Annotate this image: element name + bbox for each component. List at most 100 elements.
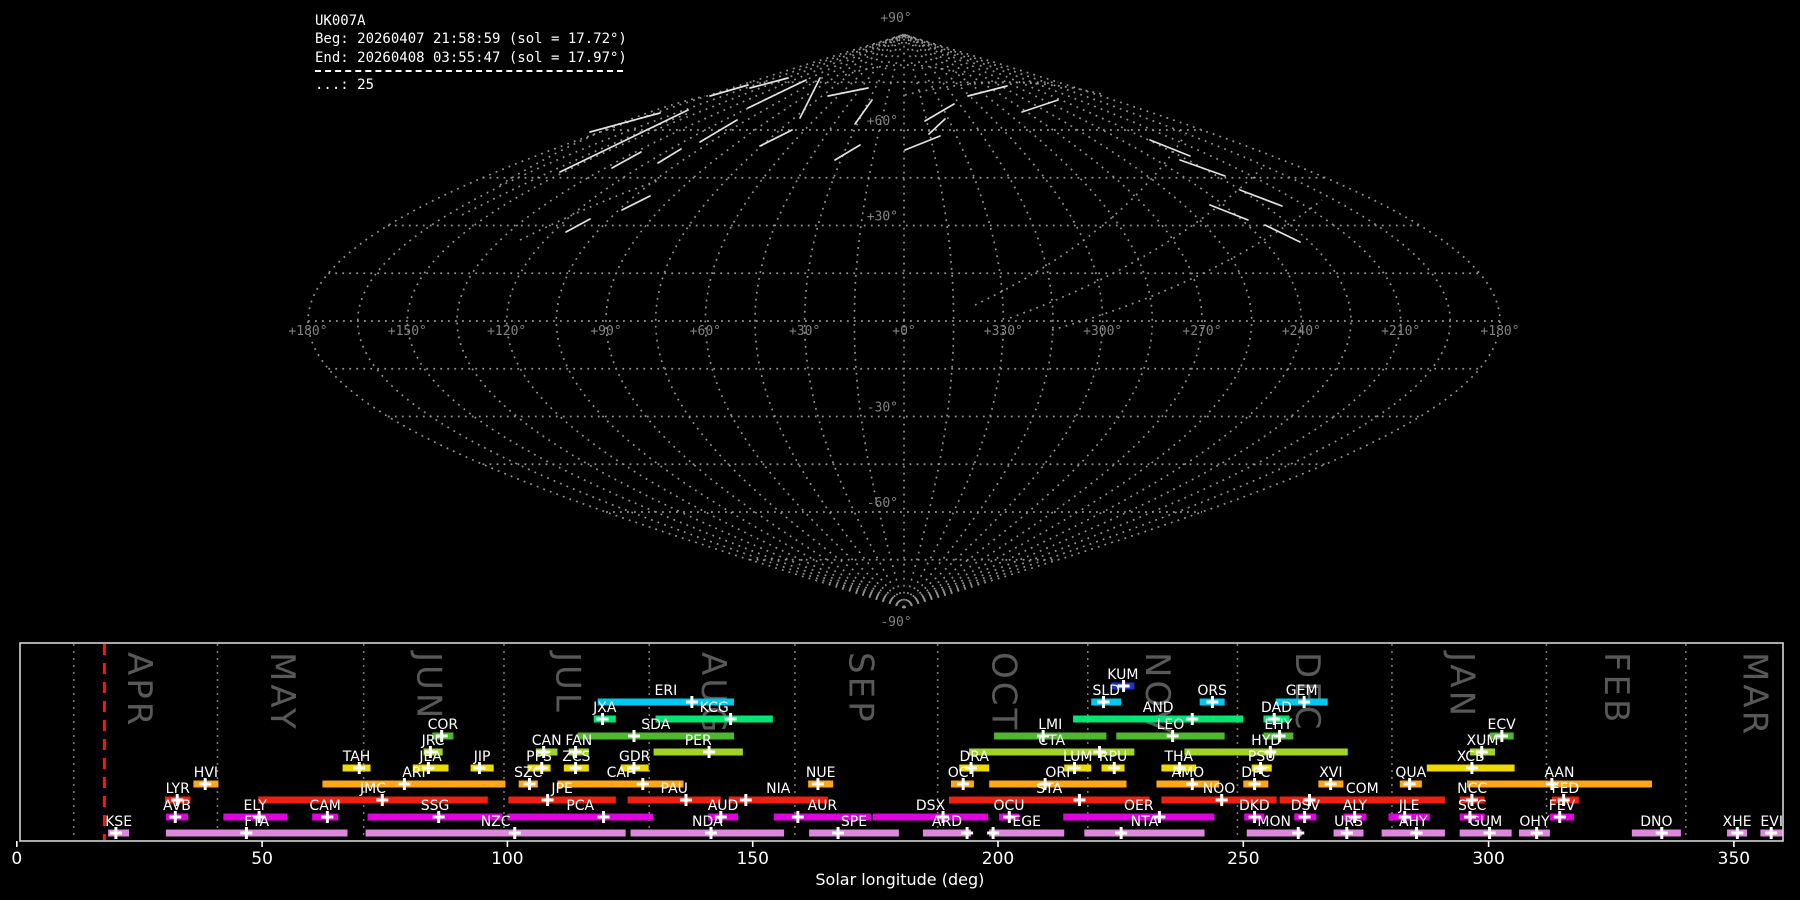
meteor-trail xyxy=(657,148,682,164)
month-label-may: MAY xyxy=(262,652,302,732)
shower-bar-FTA xyxy=(165,829,348,837)
map-meridian xyxy=(903,33,1104,609)
meteor-trail xyxy=(1149,139,1191,157)
shower-label-URS: URS xyxy=(1334,814,1363,830)
echo-count: ...: 25 xyxy=(315,77,375,94)
month-label-jul: JUL xyxy=(548,650,588,715)
map-overlay-arc xyxy=(1051,199,1323,331)
shower-bar-NTA xyxy=(1084,829,1205,837)
map-longitude-label: +300° xyxy=(1083,324,1122,339)
shower-label-JPE: JPE xyxy=(550,781,572,797)
shower-label-CTA: CTA xyxy=(1038,733,1065,749)
shower-label-FEV: FEV xyxy=(1549,798,1576,814)
meteor-trail xyxy=(928,118,946,135)
shower-bar-SPE xyxy=(809,829,899,837)
meteor-trail xyxy=(749,77,789,89)
shower-label-NOO: NOO xyxy=(1203,781,1236,797)
shower-label-OCT: OCT xyxy=(948,765,978,781)
shower-label-SZC: SZC xyxy=(514,765,542,781)
shower-bar-DSX xyxy=(872,813,989,821)
station-id: UK007A xyxy=(315,13,366,29)
map-longitude-label: +210° xyxy=(1381,324,1420,339)
map-latitude-label: -60° xyxy=(867,496,898,511)
shower-bar-ARI xyxy=(322,780,506,788)
begin-time: Beg: 20260407 21:58:59 (sol = 17.72°) xyxy=(315,31,627,48)
meteor-trail xyxy=(565,218,591,233)
map-longitude-label: +330° xyxy=(984,324,1023,339)
map-meridian xyxy=(903,33,1253,609)
shower-label-RPU: RPU xyxy=(1099,749,1127,765)
map-longitude-label: +240° xyxy=(1282,324,1321,339)
shower-bar-EGE xyxy=(989,829,1065,837)
map-longitude-label: +180° xyxy=(288,324,327,339)
shower-label-LYR: LYR xyxy=(166,781,190,797)
shower-label-SPE: SPE xyxy=(841,814,867,830)
shower-label-QUA: QUA xyxy=(1395,765,1426,781)
shower-label-ARD: ARD xyxy=(932,814,962,830)
shower-label-JIP: JIP xyxy=(473,749,491,765)
shower-label-HVI: HVI xyxy=(194,765,218,781)
month-label-apr: APR xyxy=(119,652,159,728)
x-tick-label: 100 xyxy=(491,849,523,869)
x-tick-label: 250 xyxy=(1227,849,1259,869)
sky-map: +180° +150° +120° +90° +60° +30° +0° +330° +300°… xyxy=(288,11,1519,630)
meteor-trail xyxy=(621,195,651,211)
meteor-trail xyxy=(709,84,749,97)
shower-label-LUM: LUM xyxy=(1063,749,1092,765)
shower-label-XUM: XUM xyxy=(1467,733,1499,749)
shower-bar-KCG xyxy=(655,715,773,723)
x-tick-label: 300 xyxy=(1472,849,1504,869)
observation-header: UK007A Beg: 20260407 21:58:59 (sol = 17.… xyxy=(315,12,627,95)
shower-label-COM: COM xyxy=(1346,781,1379,797)
shower-label-SSG: SSG xyxy=(421,798,450,814)
shower-label-OER: OER xyxy=(1124,798,1154,814)
meteor-trail xyxy=(924,103,955,122)
end-time: End: 20260408 03:55:47 (sol = 17.97°) xyxy=(315,49,627,66)
shower-label-LEO: LEO xyxy=(1157,717,1185,733)
shower-label-EVI: EVI xyxy=(1760,814,1783,830)
map-longitude-label: +120° xyxy=(487,324,526,339)
shower-label-SCC: SCC xyxy=(1458,798,1487,814)
shower-label-AUD: AUD xyxy=(708,798,739,814)
shower-label-CAN: CAN xyxy=(532,733,562,749)
plot-canvas: +180° +150° +120° +90° +60° +30° +0° +330° +300°… xyxy=(11,11,1784,889)
map-overlay-arc xyxy=(974,134,1186,306)
shower-label-AUR: AUR xyxy=(808,798,838,814)
month-label-mar: MAR xyxy=(1734,652,1774,737)
shower-label-ALY: ALY xyxy=(1343,798,1368,814)
shower-label-ARI: ARI xyxy=(402,765,425,781)
map-longitude-label: +180° xyxy=(1480,324,1519,339)
map-overlay-arc xyxy=(1009,167,1263,319)
shower-label-NIA: NIA xyxy=(766,781,791,797)
shower-label-KUM: KUM xyxy=(1107,667,1138,683)
map-longitude-label: +60° xyxy=(690,324,721,339)
shower-label-OCU: OCU xyxy=(994,798,1025,814)
meteor-trail xyxy=(827,87,869,97)
shower-label-PSU: PSU xyxy=(1248,749,1276,765)
map-longitude-label: +0° xyxy=(892,324,915,339)
meteor-trail xyxy=(904,135,941,151)
map-meridian xyxy=(555,33,905,609)
shower-label-FAN: FAN xyxy=(565,733,592,749)
shower-label-AAN: AAN xyxy=(1544,765,1574,781)
month-label-aug: AUG xyxy=(693,652,733,736)
meteor-trail xyxy=(1209,204,1249,221)
shower-label-ERI: ERI xyxy=(655,683,678,699)
shower-label-GUM: GUM xyxy=(1469,814,1502,830)
map-meridian xyxy=(903,33,1402,609)
map-latitude-label: -90° xyxy=(880,615,911,630)
shower-label-SLD: SLD xyxy=(1092,683,1119,699)
meteor-trail xyxy=(611,151,642,169)
shower-label-COR: COR xyxy=(428,717,459,733)
shower-label-ECV: ECV xyxy=(1487,717,1516,733)
shower-bar-PCA xyxy=(507,813,654,821)
map-latitude-label: +30° xyxy=(867,210,898,225)
shower-label-HYD: HYD xyxy=(1251,733,1281,749)
shower-label-ELY: ELY xyxy=(244,798,268,814)
shower-label-NTA: NTA xyxy=(1131,814,1159,830)
x-tick-label: 50 xyxy=(251,849,273,869)
shower-label-XCB: XCB xyxy=(1457,749,1485,765)
shower-label-DKD: DKD xyxy=(1239,798,1270,814)
shower-label-EHY: EHY xyxy=(1264,717,1292,733)
shower-label-PPS: PPS xyxy=(526,749,552,765)
